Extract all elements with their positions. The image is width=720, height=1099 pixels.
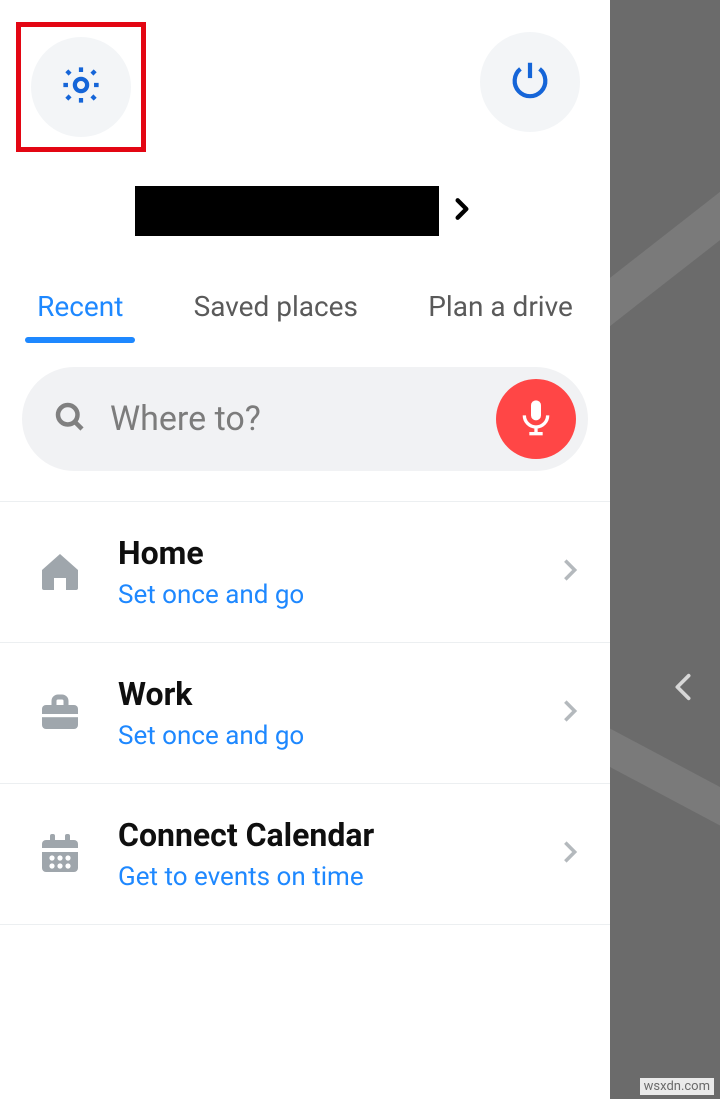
voice-search-button[interactable] xyxy=(496,379,576,459)
list-item-subtitle: Get to events on time xyxy=(118,862,556,892)
search-input[interactable]: Where to? xyxy=(22,367,588,471)
list-item-text: Home Set once and go xyxy=(118,534,556,610)
gear-icon xyxy=(58,62,104,112)
header-row xyxy=(0,0,610,152)
calendar-icon xyxy=(30,830,90,878)
list-item-title: Connect Calendar xyxy=(118,816,556,854)
list-item-subtitle: Set once and go xyxy=(118,721,556,751)
chevron-right-icon xyxy=(556,838,584,870)
search-placeholder: Where to? xyxy=(110,399,496,439)
home-icon xyxy=(30,548,90,596)
tab-saved-places[interactable]: Saved places xyxy=(188,290,364,341)
search-row: Where to? xyxy=(0,341,610,471)
username-redacted xyxy=(135,186,439,236)
list-item-calendar[interactable]: Connect Calendar Get to events on time xyxy=(0,784,610,925)
tab-plan-a-drive[interactable]: Plan a drive xyxy=(422,290,579,341)
collapse-chevron[interactable] xyxy=(666,670,700,708)
power-icon xyxy=(507,57,553,107)
list-item-text: Connect Calendar Get to events on time xyxy=(118,816,556,892)
list-item-title: Work xyxy=(118,675,556,713)
menu-panel: Recent Saved places Plan a drive Where t… xyxy=(0,0,610,1099)
map-background[interactable]: wsxdn.com xyxy=(610,0,720,1099)
list-item-title: Home xyxy=(118,534,556,572)
chevron-right-icon xyxy=(556,556,584,588)
chevron-right-icon xyxy=(449,196,475,226)
briefcase-icon xyxy=(30,689,90,737)
list-item-work[interactable]: Work Set once and go xyxy=(0,643,610,784)
chevron-right-icon xyxy=(556,697,584,729)
username-button[interactable] xyxy=(0,186,610,236)
microphone-icon xyxy=(516,397,556,441)
tabs: Recent Saved places Plan a drive xyxy=(0,290,610,341)
settings-highlight xyxy=(16,22,146,152)
watermark: wsxdn.com xyxy=(640,1078,714,1095)
list-item-text: Work Set once and go xyxy=(118,675,556,751)
settings-button[interactable] xyxy=(31,37,131,137)
tab-recent[interactable]: Recent xyxy=(31,290,129,341)
chevron-left-icon xyxy=(666,689,700,708)
search-icon xyxy=(52,399,88,439)
list-item-home[interactable]: Home Set once and go xyxy=(0,501,610,643)
power-button[interactable] xyxy=(480,32,580,132)
list-item-subtitle: Set once and go xyxy=(118,580,556,610)
favorites-list: Home Set once and go Work Set once and g… xyxy=(0,501,610,925)
